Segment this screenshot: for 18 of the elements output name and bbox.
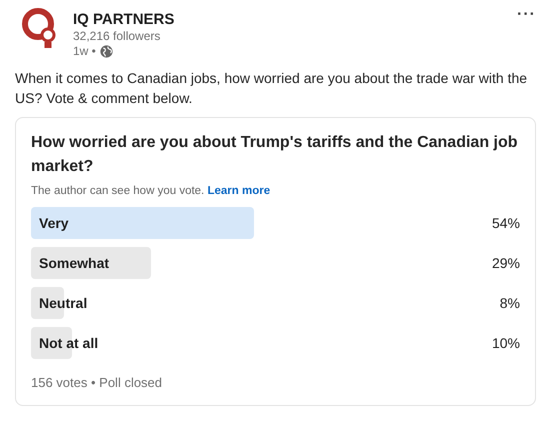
company-name[interactable]: IQ PARTNERS [73,10,504,29]
option-percent: 8% [500,295,520,311]
poll-question: How worried are you about Trump's tariffs and the Canadian job market? [31,133,519,177]
post-text: When it comes to Canadian jobs, how worried are you about the trade war with the US? Vote & comment below. [15,69,528,108]
option-label: Somewhat [38,255,110,271]
option-label: Not at all [38,335,98,351]
option-label: Neutral [38,295,88,311]
post-age: 1w • [73,44,96,59]
learn-more-link[interactable]: Learn more [207,185,270,197]
poll-notice: The author can see how you vote. Learn more [31,185,272,197]
option-percent: 54% [492,215,520,231]
follower-count: 32,216 followers [73,29,162,44]
poll-summary: 156 votes • Poll closed [31,375,164,390]
globe-icon [100,45,113,58]
more-menu-button[interactable]: ··· [517,6,536,24]
option-percent: 29% [492,255,520,271]
option-percent: 10% [492,335,520,351]
option-label: Very [38,215,69,231]
